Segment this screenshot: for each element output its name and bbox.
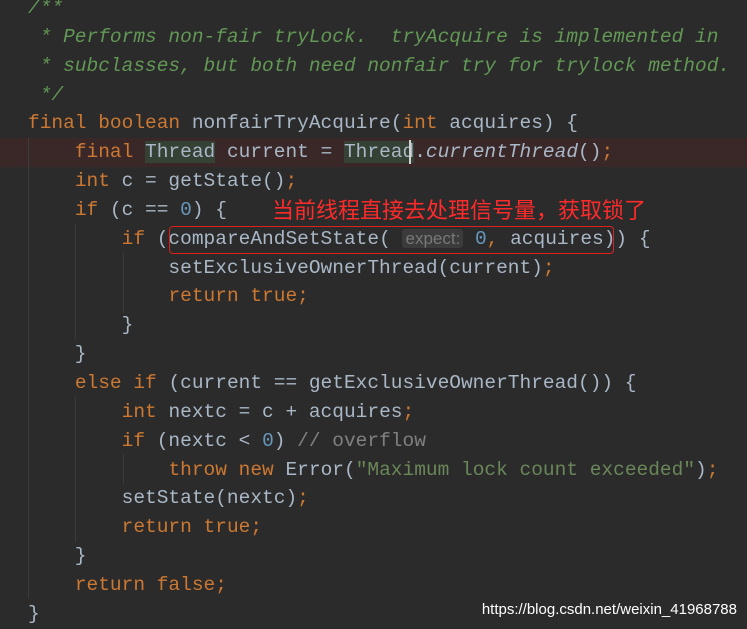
code-token: */ xyxy=(28,83,64,106)
code-token: if xyxy=(121,227,157,250)
code-line[interactable]: * subclasses, but both need nonfair try … xyxy=(28,52,730,81)
code-token: return false; xyxy=(74,573,227,596)
code-token: 0 xyxy=(180,198,192,221)
code-line[interactable]: throw new Error("Maximum lock count exce… xyxy=(28,456,730,485)
code-line[interactable]: } xyxy=(28,542,730,571)
code-token: ; xyxy=(706,458,719,481)
code-token: final boolean xyxy=(28,112,192,135)
code-token: Thread xyxy=(343,141,415,164)
code-token: int xyxy=(74,170,122,193)
code-token: ) xyxy=(695,458,707,481)
code-line[interactable]: } xyxy=(28,340,730,369)
code-token: /** xyxy=(28,0,64,19)
code-line[interactable]: int c = getState(); xyxy=(28,167,730,196)
code-token: setState(nextc) xyxy=(28,487,298,510)
code-token: c = getState() xyxy=(121,170,286,193)
watermark: https://blog.csdn.net/weixin_41968788 xyxy=(481,601,737,618)
annotation-text: 当前线程直接去处理信号量，获取锁了 xyxy=(272,199,647,224)
code-line[interactable]: setExclusiveOwnerThread(current); xyxy=(28,254,730,283)
code-token: return true; xyxy=(168,285,309,308)
code-token: else if xyxy=(74,371,169,394)
code-token: if xyxy=(121,429,157,452)
code-token: (current == getExclusiveOwnerThread()) { xyxy=(168,371,637,394)
code-token: ; xyxy=(402,400,415,423)
code-token: ; xyxy=(285,170,298,193)
code-token: currentThread xyxy=(425,141,579,164)
code-token: throw new xyxy=(168,458,286,481)
code-token: } xyxy=(28,343,87,366)
code-token: nextc = c + acquires xyxy=(168,400,403,423)
code-line[interactable]: } xyxy=(28,311,730,340)
code-token: int xyxy=(121,400,169,423)
code-line[interactable]: return true; xyxy=(28,282,730,311)
code-line[interactable]: setState(nextc); xyxy=(28,484,730,513)
code-editor[interactable]: /** * Performs non-fair tryLock. tryAcqu… xyxy=(0,0,747,629)
code-line[interactable]: */ xyxy=(28,81,730,110)
code-token: } xyxy=(28,545,87,568)
code-token: ) xyxy=(273,429,298,452)
code-token: int xyxy=(402,112,450,135)
code-token: (c == xyxy=(109,198,181,221)
code-token: () xyxy=(578,141,602,164)
code-token: ) { xyxy=(191,198,227,221)
code-token: nonfairTryAcquire( xyxy=(191,112,403,135)
code-line[interactable]: int nextc = c + acquires; xyxy=(28,398,730,427)
code-line[interactable]: * Performs non-fair tryLock. tryAcquire … xyxy=(28,23,730,52)
code-line[interactable]: return true; xyxy=(28,513,730,542)
code-token: (nextc < xyxy=(156,429,263,452)
code-line[interactable]: /** xyxy=(28,0,730,23)
code-token: ; xyxy=(601,141,614,164)
code-line[interactable]: final boolean nonfairTryAcquire(int acqu… xyxy=(28,109,730,138)
code-token: * Performs non-fair tryLock. tryAcquire … xyxy=(28,25,719,48)
code-token: if xyxy=(74,198,110,221)
code-line[interactable]: final Thread current = Thread.currentThr… xyxy=(0,138,747,167)
code-token: * subclasses, but both need nonfair try … xyxy=(28,54,731,77)
code-token: ; xyxy=(542,256,555,279)
code-token: "Maximum lock count exceeded" xyxy=(355,458,696,481)
code-token: ; xyxy=(297,487,309,510)
code-token: acquires) { xyxy=(449,112,579,135)
code-line[interactable]: else if (current == getExclusiveOwnerThr… xyxy=(28,369,730,398)
code-token: final xyxy=(74,141,146,164)
code-line[interactable]: if (nextc < 0) // overflow xyxy=(28,427,730,456)
annotation-box xyxy=(169,226,614,254)
code-token: setExclusiveOwnerThread(current) xyxy=(28,256,543,279)
code-token: } xyxy=(28,602,40,625)
code-token: current = xyxy=(215,141,344,164)
code-token: Error( xyxy=(285,458,356,481)
code-token: 0 xyxy=(262,429,274,452)
code-line[interactable]: return false; xyxy=(28,571,730,600)
code-token: . xyxy=(414,141,426,164)
code-token: Thread xyxy=(145,141,216,164)
code-token: } xyxy=(28,314,134,337)
code-token: // overflow xyxy=(297,429,426,452)
text-caret xyxy=(409,140,411,164)
code-token: return true; xyxy=(121,516,263,539)
